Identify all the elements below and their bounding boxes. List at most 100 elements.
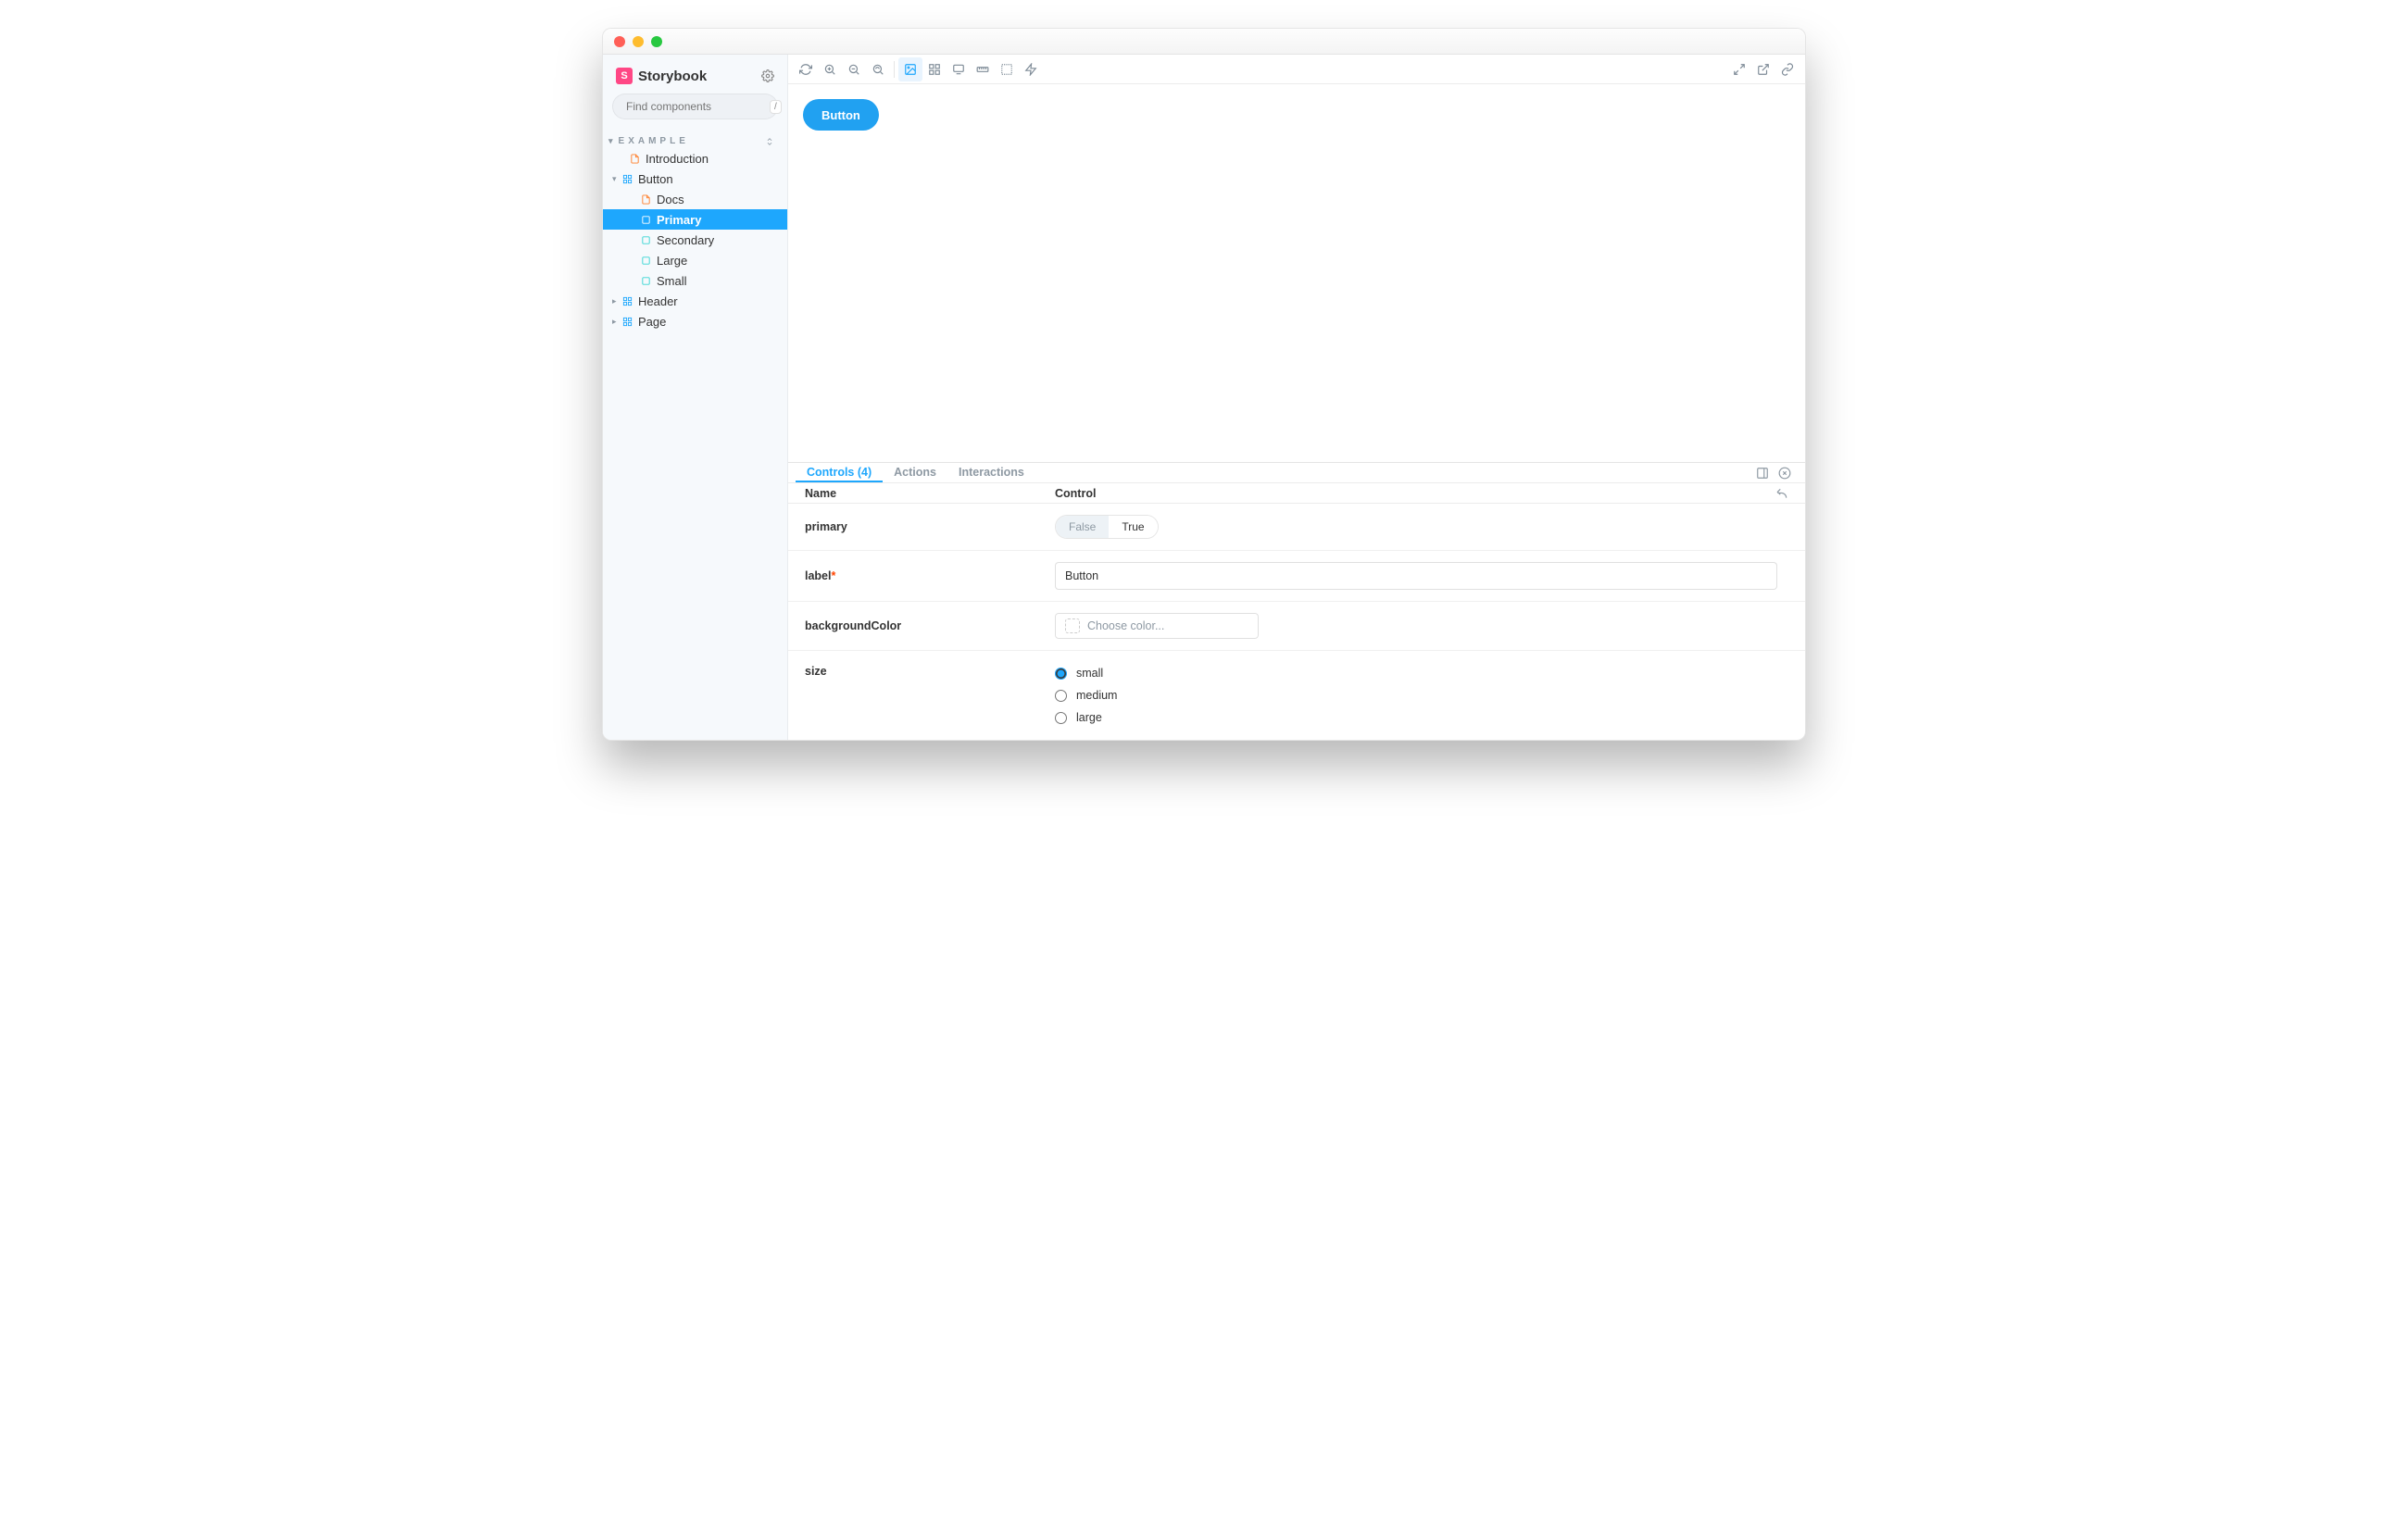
section-arrow-icon[interactable]: ▾ — [608, 136, 617, 146]
nav-item-label: Button — [638, 172, 673, 186]
component-icon — [621, 295, 633, 306]
control-row-size: size small medium large — [788, 651, 1805, 740]
nav-item-large[interactable]: Large — [603, 250, 787, 270]
nav-item-secondary[interactable]: Secondary — [603, 230, 787, 250]
chevron-icon: ▸ — [612, 296, 620, 306]
size-option-small[interactable]: small — [1055, 662, 1788, 684]
open-external-icon[interactable] — [1751, 57, 1775, 81]
size-option-medium[interactable]: medium — [1055, 684, 1788, 706]
component-icon — [621, 173, 633, 184]
story-icon — [640, 214, 651, 225]
nav-item-small[interactable]: Small — [603, 270, 787, 291]
window-titlebar — [603, 29, 1805, 55]
remount-icon[interactable] — [794, 57, 818, 81]
measure-icon[interactable] — [971, 57, 995, 81]
nav-item-header[interactable]: ▸ Header — [603, 291, 787, 311]
nav-item-label: Small — [657, 274, 687, 288]
preview-toolbar — [788, 55, 1805, 84]
docs-icon — [640, 194, 651, 205]
size-radio-large[interactable] — [1055, 712, 1067, 724]
control-name-bgcolor: backgroundColor — [805, 619, 901, 632]
outline-icon[interactable] — [995, 57, 1019, 81]
size-radio-medium[interactable] — [1055, 690, 1067, 702]
size-option-large[interactable]: large — [1055, 706, 1788, 729]
search-input[interactable]: / — [612, 94, 778, 119]
col-control: Control — [1055, 487, 1096, 500]
window-close-button[interactable] — [614, 36, 625, 47]
fullscreen-icon[interactable] — [1727, 57, 1751, 81]
primary-toggle[interactable]: False True — [1055, 515, 1159, 539]
size-radio-group: small medium large — [1055, 662, 1788, 729]
app-name: Storybook — [638, 69, 707, 84]
zoom-in-icon[interactable] — [818, 57, 842, 81]
col-name: Name — [805, 487, 1055, 500]
copy-link-icon[interactable] — [1775, 57, 1800, 81]
controls-header: Name Control — [788, 483, 1805, 504]
nav-item-label: Introduction — [646, 152, 709, 166]
section-heading[interactable]: EXAMPLE — [619, 136, 689, 146]
gear-icon[interactable] — [761, 69, 774, 82]
window-maximize-button[interactable] — [651, 36, 662, 47]
nav-item-button[interactable]: ▾ Button — [603, 169, 787, 189]
addons-tabs: Controls (4) Actions Interactions — [788, 463, 1805, 483]
section-sort-icon[interactable] — [765, 137, 774, 146]
control-row-label: label* — [788, 551, 1805, 602]
component-icon — [621, 316, 633, 327]
addons-close-icon[interactable] — [1774, 467, 1796, 480]
reset-controls-icon[interactable] — [1775, 487, 1788, 500]
primary-false[interactable]: False — [1056, 516, 1109, 538]
story-icon — [640, 275, 651, 286]
tab-interactions[interactable]: Interactions — [947, 463, 1035, 482]
size-radio-small[interactable] — [1055, 668, 1067, 680]
control-name-label: label — [805, 569, 832, 582]
nav-item-label: Large — [657, 254, 687, 268]
bgcolor-input[interactable]: Choose color... — [1055, 613, 1259, 639]
chevron-icon: ▾ — [612, 174, 620, 184]
sidebar: S Storybook / ▾ EXAMPLE — [603, 55, 788, 740]
nav-item-page[interactable]: ▸ Page — [603, 311, 787, 331]
preview-canvas: Button — [788, 84, 1805, 462]
zoom-reset-icon[interactable] — [866, 57, 890, 81]
nav-item-introduction[interactable]: Introduction — [603, 148, 787, 169]
nav-tree: Introduction ▾ Button Docs Primary Secondary L… — [603, 148, 787, 331]
preview-pane: Button Controls (4) Actions Interactions… — [788, 55, 1805, 740]
story-icon — [640, 255, 651, 266]
search-field[interactable] — [626, 100, 770, 113]
search-shortcut: / — [770, 100, 782, 114]
lightning-icon[interactable] — [1019, 57, 1043, 81]
nav-item-label: Primary — [657, 213, 701, 227]
tab-actions[interactable]: Actions — [883, 463, 947, 482]
nav-item-label: Page — [638, 315, 666, 329]
label-input[interactable] — [1055, 562, 1777, 590]
nav-item-label: Docs — [657, 193, 684, 206]
addons-orientation-icon[interactable] — [1751, 467, 1774, 480]
nav-item-docs[interactable]: Docs — [603, 189, 787, 209]
app-window: S Storybook / ▾ EXAMPLE — [602, 28, 1806, 741]
bgcolor-placeholder: Choose color... — [1087, 619, 1164, 632]
viewport-icon[interactable] — [947, 57, 971, 81]
control-row-primary: primary False True — [788, 504, 1805, 551]
window-minimize-button[interactable] — [633, 36, 644, 47]
control-name-primary: primary — [805, 520, 847, 533]
control-row-backgroundcolor: backgroundColor Choose color... — [788, 602, 1805, 651]
storybook-logo[interactable]: S Storybook — [616, 68, 707, 84]
size-label-small: small — [1076, 667, 1103, 680]
addons-panel: Controls (4) Actions Interactions Name C… — [788, 462, 1805, 740]
nav-item-primary[interactable]: Primary — [603, 209, 787, 230]
size-label-large: large — [1076, 711, 1102, 724]
required-star-icon: * — [832, 569, 836, 582]
chevron-icon: ▸ — [612, 317, 620, 327]
grid-icon[interactable] — [922, 57, 947, 81]
nav-item-label: Secondary — [657, 233, 714, 247]
nav-item-label: Header — [638, 294, 678, 308]
color-swatch-icon — [1065, 618, 1080, 633]
tab-controls[interactable]: Controls (4) — [796, 463, 883, 482]
control-name-size: size — [805, 665, 827, 678]
primary-true[interactable]: True — [1109, 516, 1157, 538]
story-icon — [640, 234, 651, 245]
docs-icon — [629, 153, 640, 164]
story-button[interactable]: Button — [803, 99, 879, 131]
size-label-medium: medium — [1076, 689, 1117, 702]
background-icon[interactable] — [898, 57, 922, 81]
zoom-out-icon[interactable] — [842, 57, 866, 81]
